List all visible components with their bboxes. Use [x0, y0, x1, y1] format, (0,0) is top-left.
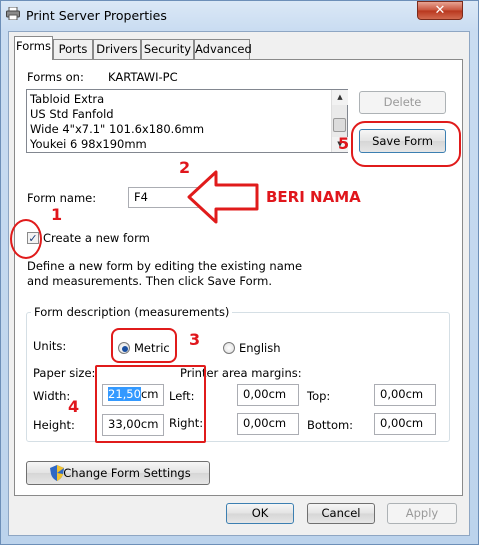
metric-radio[interactable] — [118, 342, 130, 354]
server-name: KARTAWI-PC — [108, 70, 178, 84]
ok-button[interactable]: OK — [226, 503, 294, 524]
scroll-up-icon[interactable]: ▲ — [332, 90, 348, 105]
cancel-button[interactable]: Cancel — [307, 503, 375, 524]
tab-forms[interactable]: Forms — [14, 36, 53, 60]
left-margin-field[interactable]: 0,00cm — [237, 384, 299, 406]
apply-button[interactable]: Apply — [387, 503, 457, 524]
create-new-form-label: Create a new form — [43, 231, 150, 245]
height-label: Height: — [33, 418, 75, 432]
shield-icon — [50, 465, 64, 481]
printer-icon — [6, 7, 20, 20]
list-item[interactable]: Youkei 6 98x190mm — [30, 137, 147, 151]
form-name-label: Form name: — [27, 191, 97, 205]
scrollbar-thumb[interactable] — [333, 118, 346, 132]
delete-button[interactable]: Delete — [359, 91, 446, 114]
left-label: Left: — [169, 389, 195, 403]
annotation-box-size — [95, 365, 206, 443]
tab-drivers[interactable]: Drivers — [93, 39, 141, 59]
tab-security[interactable]: Security — [141, 39, 194, 59]
english-radio[interactable] — [223, 342, 235, 354]
paper-size-label: Paper size: — [33, 366, 96, 380]
right-margin-field[interactable]: 0,00cm — [237, 413, 299, 435]
close-button[interactable]: ✕ — [417, 1, 463, 20]
annotation-arrow — [187, 170, 259, 224]
forms-on-label: Forms on: — [27, 70, 84, 84]
annotation-3: 3 — [189, 330, 201, 349]
metric-label: Metric — [134, 341, 170, 355]
list-item[interactable]: US Std Fanfold — [30, 107, 114, 121]
annotation-circle-save — [351, 121, 461, 167]
units-label: Units: — [33, 339, 67, 353]
width-label: Width: — [33, 389, 71, 403]
forms-list[interactable]: Tabloid Extra US Std Fanfold Wide 4"x7.1… — [26, 89, 348, 153]
right-label: Right: — [169, 416, 204, 430]
annotation-1: 1 — [51, 205, 63, 224]
annotation-5: 5 — [338, 134, 350, 153]
english-label: English — [239, 341, 281, 355]
window-title: Print Server Properties — [26, 8, 167, 23]
description-text: Define a new form by editing the existin… — [27, 259, 303, 288]
annotation-beri-nama: BERI NAMA — [266, 188, 361, 206]
tab-ports[interactable]: Ports — [53, 39, 93, 59]
create-new-form-checkbox[interactable]: ✓ — [27, 232, 39, 244]
bottom-margin-field[interactable]: 0,00cm — [374, 413, 436, 435]
tab-advanced[interactable]: Advanced — [194, 39, 252, 59]
bottom-label: Bottom: — [307, 418, 354, 432]
list-item[interactable]: Wide 4"x7.1" 101.6x180.6mm — [30, 122, 204, 136]
annotation-4: 4 — [68, 397, 80, 416]
group-title: Form description (measurements) — [31, 305, 233, 319]
list-item[interactable]: Tabloid Extra — [30, 92, 104, 106]
top-margin-field[interactable]: 0,00cm — [374, 384, 436, 406]
top-label: Top: — [307, 389, 331, 403]
